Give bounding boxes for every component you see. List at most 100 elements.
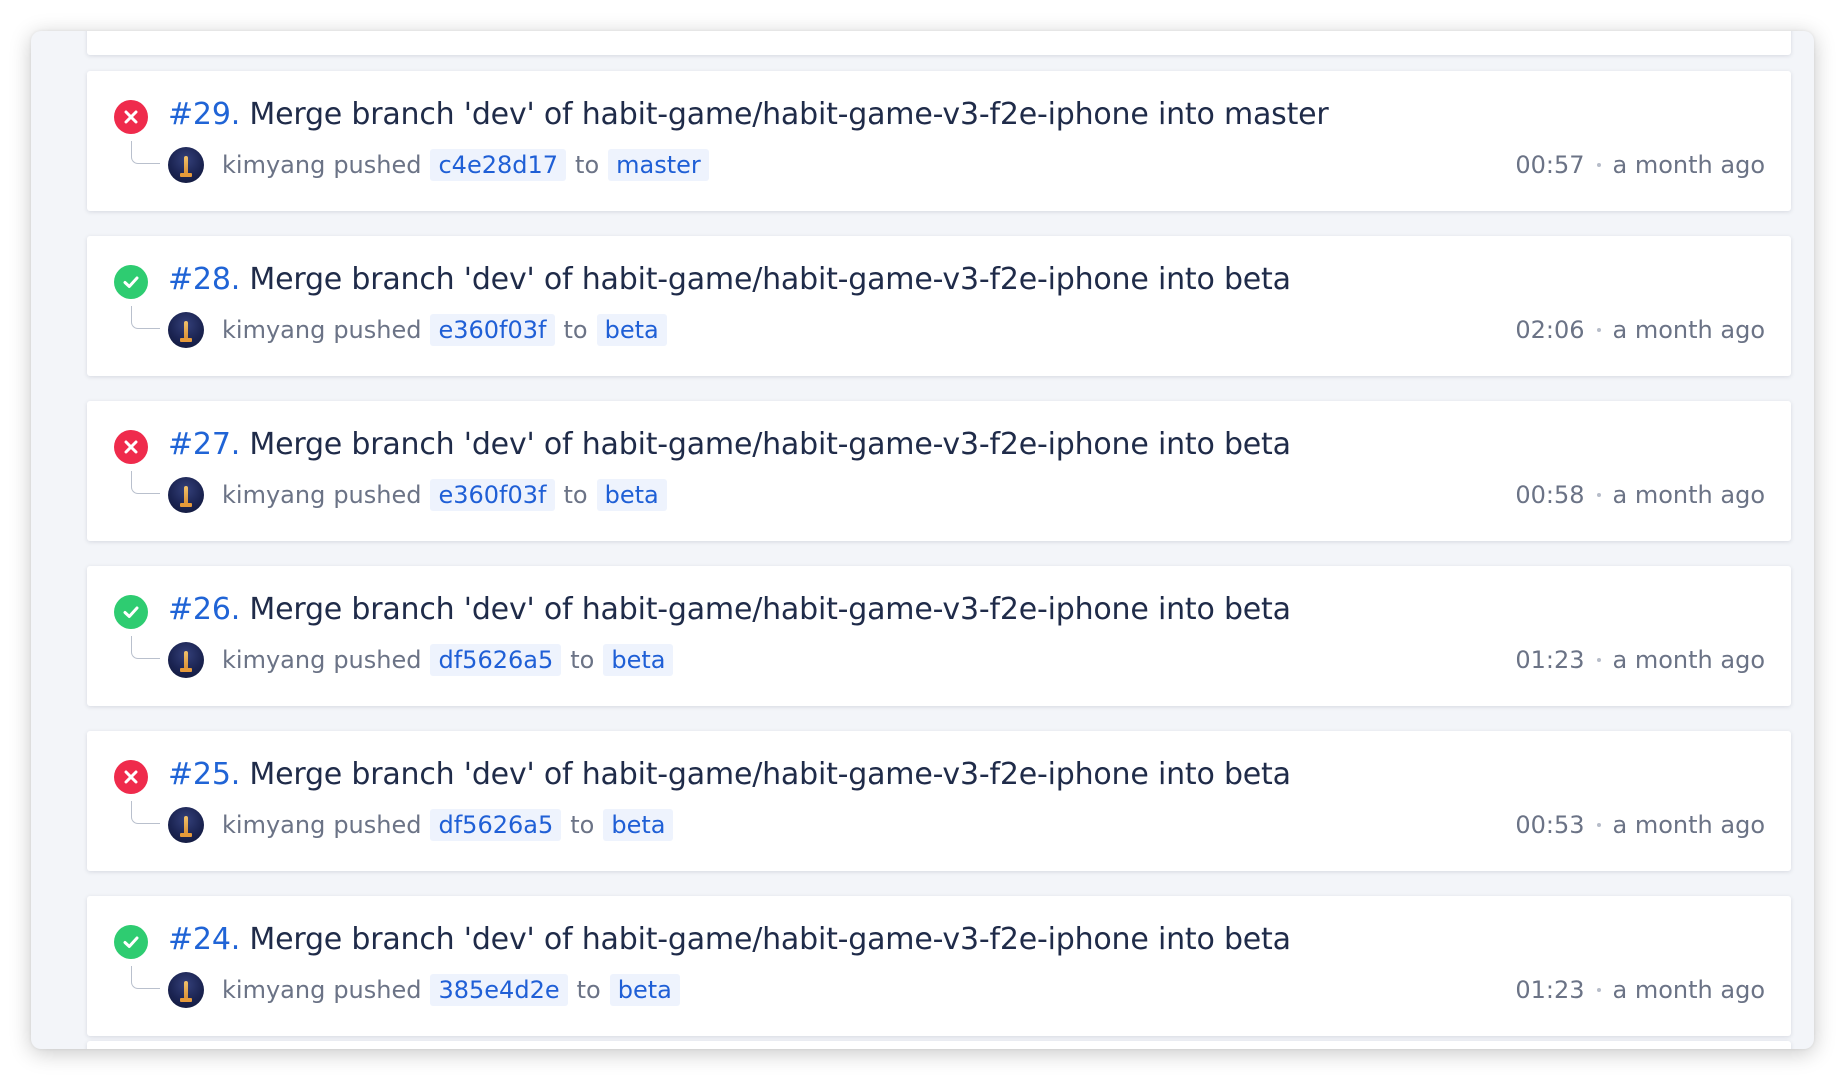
build-number[interactable]: #27. bbox=[168, 427, 240, 462]
build-title-line[interactable]: #25. Merge branch 'dev' of habit-game/ha… bbox=[168, 753, 1291, 797]
committer-name: kimyang bbox=[222, 646, 326, 674]
avatar-tower-base bbox=[180, 998, 192, 1002]
commit-message[interactable]: Merge branch 'dev' of habit-game/habit-g… bbox=[249, 427, 1291, 462]
close-circle-icon bbox=[114, 100, 148, 134]
commit-sha-chip[interactable]: e360f03f bbox=[430, 479, 555, 511]
build-number[interactable]: #26. bbox=[168, 592, 240, 627]
commit-sha-chip[interactable]: e360f03f bbox=[430, 314, 555, 346]
avatar[interactable] bbox=[168, 807, 204, 843]
action-word: pushed bbox=[333, 811, 422, 839]
build-number[interactable]: #28. bbox=[168, 262, 240, 297]
check-circle-icon bbox=[114, 925, 148, 959]
build-timing: 00:53 a month ago bbox=[1515, 808, 1765, 842]
to-word: to bbox=[563, 316, 588, 344]
commit-sha-chip[interactable]: df5626a5 bbox=[430, 644, 562, 676]
branch-chip[interactable]: beta bbox=[603, 809, 674, 841]
branch-chip[interactable]: beta bbox=[603, 644, 674, 676]
commit-sha-chip[interactable]: c4e28d17 bbox=[430, 149, 567, 181]
build-duration: 01:23 bbox=[1515, 976, 1585, 1004]
build-card-1[interactable]: #28. Merge branch 'dev' of habit-game/ha… bbox=[87, 236, 1791, 376]
separator-dot bbox=[1596, 493, 1601, 497]
branch-chip[interactable]: master bbox=[608, 149, 709, 181]
avatar[interactable] bbox=[168, 972, 204, 1008]
commit-message[interactable]: Merge branch 'dev' of habit-game/habit-g… bbox=[249, 97, 1328, 132]
committer-name: kimyang bbox=[222, 811, 326, 839]
to-word: to bbox=[563, 481, 588, 509]
relative-time: a month ago bbox=[1612, 316, 1765, 344]
to-word: to bbox=[576, 976, 601, 1004]
close-icon bbox=[124, 440, 138, 454]
build-number[interactable]: #24. bbox=[168, 922, 240, 957]
build-title-line[interactable]: #27. Merge branch 'dev' of habit-game/ha… bbox=[168, 423, 1291, 467]
build-meta: kimyang pushed e360f03f to beta bbox=[222, 478, 667, 512]
committer-name: kimyang bbox=[222, 481, 326, 509]
build-meta: kimyang pushed df5626a5 to beta bbox=[222, 643, 674, 677]
avatar[interactable] bbox=[168, 147, 204, 183]
commit-message[interactable]: Merge branch 'dev' of habit-game/habit-g… bbox=[249, 262, 1291, 297]
relative-time: a month ago bbox=[1612, 151, 1765, 179]
separator-dot bbox=[1596, 823, 1601, 827]
build-timing: 00:57 a month ago bbox=[1515, 148, 1765, 182]
check-icon bbox=[123, 936, 139, 948]
avatar[interactable] bbox=[168, 642, 204, 678]
commit-message[interactable]: Merge branch 'dev' of habit-game/habit-g… bbox=[249, 757, 1291, 792]
action-word: pushed bbox=[333, 976, 422, 1004]
avatar-tower-base bbox=[180, 833, 192, 837]
build-card-4[interactable]: #25. Merge branch 'dev' of habit-game/ha… bbox=[87, 731, 1791, 871]
commit-message[interactable]: Merge branch 'dev' of habit-game/habit-g… bbox=[249, 922, 1291, 957]
to-word: to bbox=[575, 151, 600, 179]
close-icon bbox=[124, 770, 138, 784]
build-card-partial-bottom[interactable] bbox=[87, 1041, 1791, 1049]
action-word: pushed bbox=[333, 646, 422, 674]
separator-dot bbox=[1596, 658, 1601, 662]
build-card-2[interactable]: #27. Merge branch 'dev' of habit-game/ha… bbox=[87, 401, 1791, 541]
separator-dot bbox=[1596, 163, 1601, 167]
commit-message[interactable]: Merge branch 'dev' of habit-game/habit-g… bbox=[249, 592, 1291, 627]
branch-chip[interactable]: beta bbox=[609, 974, 680, 1006]
committer-name: kimyang bbox=[222, 316, 326, 344]
commit-sha-chip[interactable]: 385e4d2e bbox=[430, 974, 568, 1006]
build-number[interactable]: #29. bbox=[168, 97, 240, 132]
build-number[interactable]: #25. bbox=[168, 757, 240, 792]
branch-chip[interactable]: beta bbox=[596, 479, 667, 511]
action-word: pushed bbox=[333, 481, 422, 509]
build-card-3[interactable]: #26. Merge branch 'dev' of habit-game/ha… bbox=[87, 566, 1791, 706]
relative-time: a month ago bbox=[1612, 811, 1765, 839]
separator-dot bbox=[1596, 988, 1601, 992]
separator-dot bbox=[1596, 328, 1601, 332]
build-title-line[interactable]: #28. Merge branch 'dev' of habit-game/ha… bbox=[168, 258, 1291, 302]
build-title-line[interactable]: #24. Merge branch 'dev' of habit-game/ha… bbox=[168, 918, 1291, 962]
check-icon bbox=[123, 276, 139, 288]
avatar-tower-base bbox=[180, 668, 192, 672]
build-duration: 00:58 bbox=[1515, 481, 1585, 509]
build-card-partial-top[interactable] bbox=[87, 31, 1791, 55]
tree-connector bbox=[131, 141, 160, 164]
build-meta: kimyang pushed df5626a5 to beta bbox=[222, 808, 674, 842]
build-meta: kimyang pushed e360f03f to beta bbox=[222, 313, 667, 347]
avatar-tower-base bbox=[180, 173, 192, 177]
build-timing: 02:06 a month ago bbox=[1515, 313, 1765, 347]
build-timing: 01:23 a month ago bbox=[1515, 643, 1765, 677]
branch-chip[interactable]: beta bbox=[596, 314, 667, 346]
to-word: to bbox=[570, 646, 595, 674]
avatar[interactable] bbox=[168, 477, 204, 513]
build-title-line[interactable]: #26. Merge branch 'dev' of habit-game/ha… bbox=[168, 588, 1291, 632]
build-timing: 01:23 a month ago bbox=[1515, 973, 1765, 1007]
close-icon bbox=[124, 110, 138, 124]
build-meta: kimyang pushed c4e28d17 to master bbox=[222, 148, 709, 182]
committer-name: kimyang bbox=[222, 976, 326, 1004]
committer-name: kimyang bbox=[222, 151, 326, 179]
tree-connector bbox=[131, 801, 160, 824]
close-circle-icon bbox=[114, 760, 148, 794]
tree-connector bbox=[131, 471, 160, 494]
build-timing: 00:58 a month ago bbox=[1515, 478, 1765, 512]
build-title-line[interactable]: #29. Merge branch 'dev' of habit-game/ha… bbox=[168, 93, 1329, 137]
build-duration: 00:57 bbox=[1515, 151, 1585, 179]
build-card-5[interactable]: #24. Merge branch 'dev' of habit-game/ha… bbox=[87, 896, 1791, 1036]
avatar[interactable] bbox=[168, 312, 204, 348]
commit-sha-chip[interactable]: df5626a5 bbox=[430, 809, 562, 841]
build-duration: 00:53 bbox=[1515, 811, 1585, 839]
relative-time: a month ago bbox=[1612, 646, 1765, 674]
build-card-0[interactable]: #29. Merge branch 'dev' of habit-game/ha… bbox=[87, 71, 1791, 211]
relative-time: a month ago bbox=[1612, 976, 1765, 1004]
